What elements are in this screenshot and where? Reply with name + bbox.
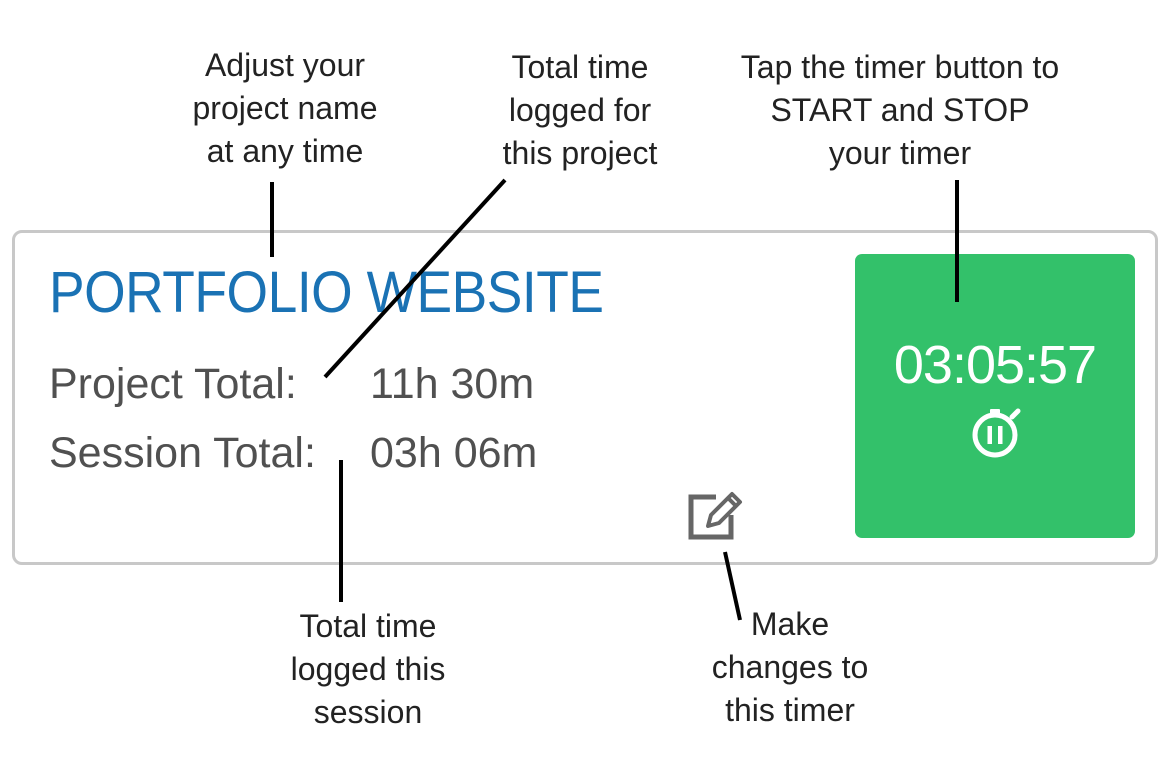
session-total-label: Session Total: <box>49 429 316 477</box>
session-total-value: 03h 06m <box>370 429 538 477</box>
timer-button[interactable]: 03:05:57 <box>855 254 1135 538</box>
annotation-timer-button: Tap the timer button to START and STOP y… <box>740 49 1060 171</box>
annotation-project-name: Adjust your project name at any time <box>192 47 378 169</box>
annotation-project-total: Total time logged for this project <box>502 49 658 171</box>
annotation-session-total: Total time logged this session <box>290 608 446 730</box>
annotation-edit: Make changes to this timer <box>711 606 869 728</box>
edit-icon[interactable] <box>686 488 744 544</box>
stopwatch-pause-icon <box>972 408 1021 458</box>
project-total-value: 11h 30m <box>370 360 535 408</box>
project-total-label: Project Total: <box>49 360 297 408</box>
project-name[interactable]: PORTFOLIO WEBSITE <box>49 259 604 326</box>
timer-display: 03:05:57 <box>893 335 1097 395</box>
